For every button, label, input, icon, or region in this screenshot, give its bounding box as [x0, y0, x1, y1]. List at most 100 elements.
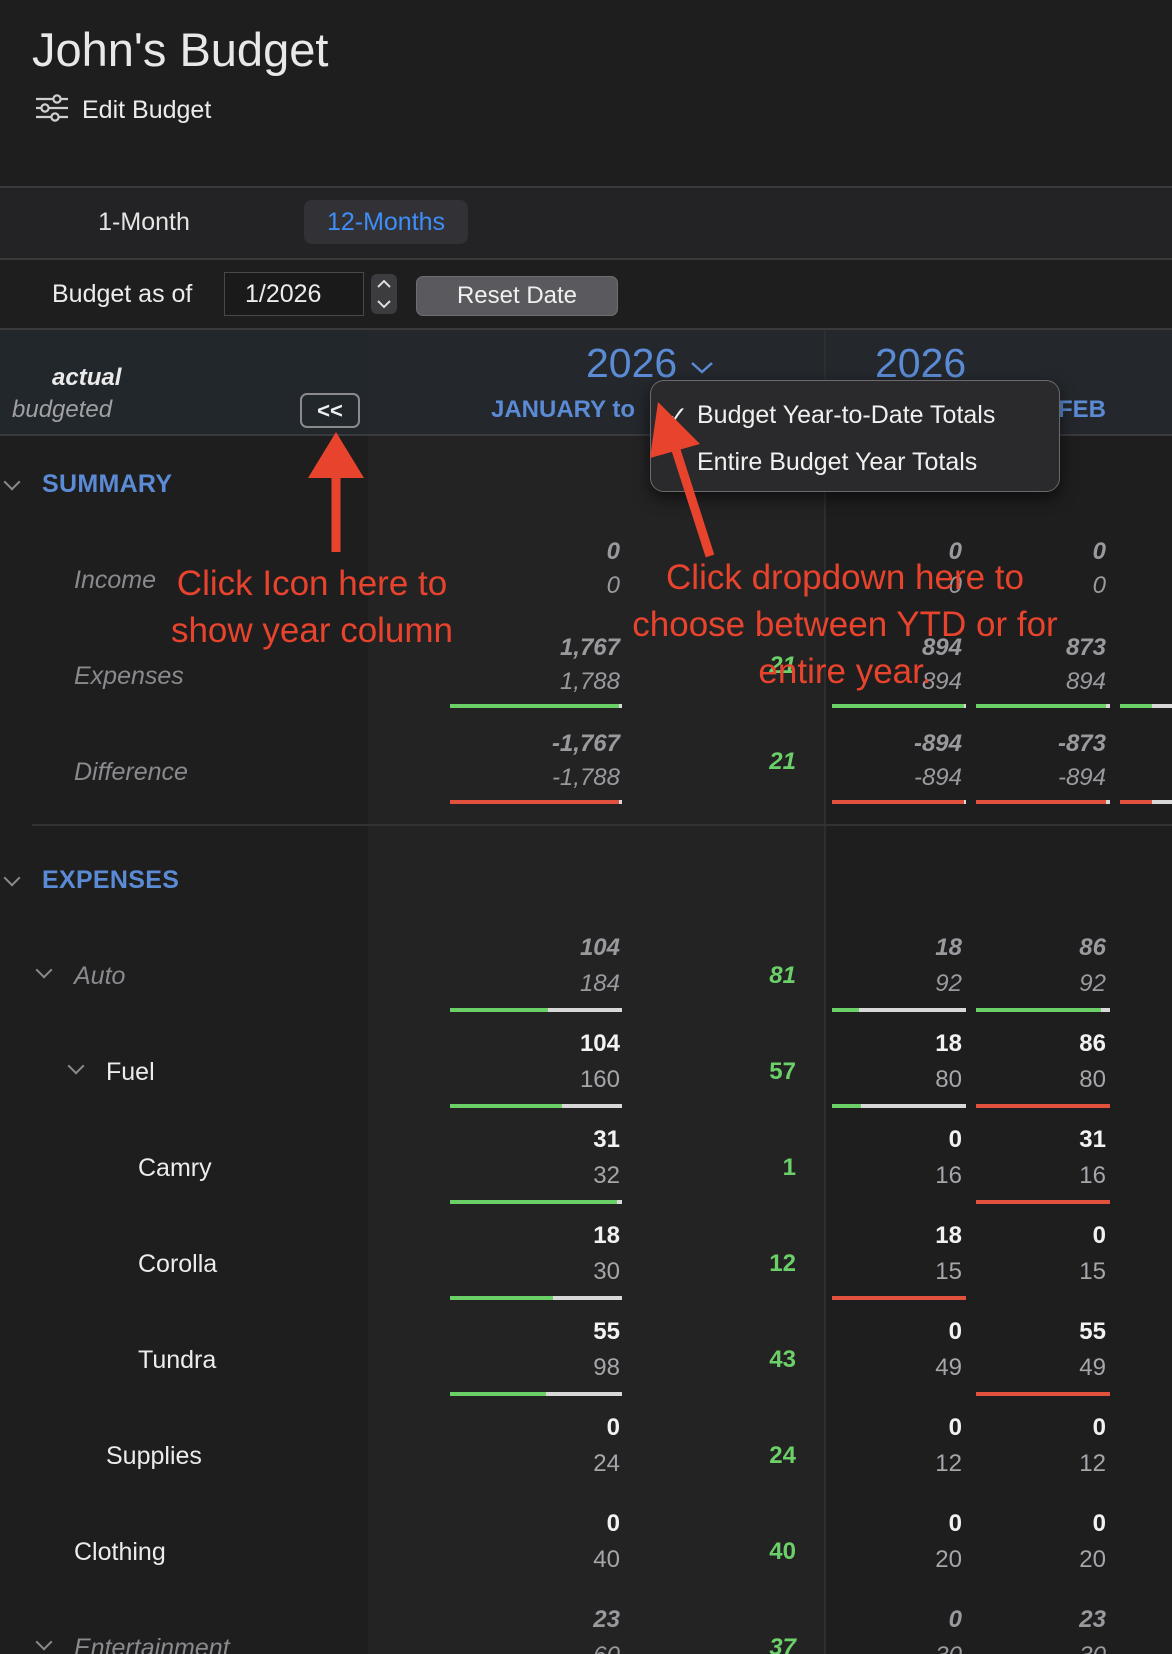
- jan-progress-bar-fill: [832, 1296, 966, 1300]
- jan-actual-value: 0: [948, 1606, 962, 1633]
- expense-row-label[interactable]: Clothing: [74, 1538, 166, 1567]
- ytd-remaining-value: 57: [769, 1058, 796, 1085]
- annotation-right: Click dropdown here to choose between YT…: [600, 554, 1090, 695]
- ytd-budgeted-value: 32: [593, 1162, 620, 1189]
- ytd-budgeted-value: 98: [593, 1354, 620, 1381]
- ytd-progress-bar: [450, 800, 622, 804]
- feb-progress-bar: [976, 1392, 1110, 1396]
- ytd-budgeted-value: 30: [593, 1258, 620, 1285]
- ytd-budgeted-value: 24: [593, 1450, 620, 1477]
- feb-budgeted-value: 49: [1079, 1354, 1106, 1381]
- jan-budgeted-value: -894: [913, 764, 962, 791]
- expenses-collapse-chevron-icon[interactable]: [3, 869, 21, 887]
- arrow-up-left-icon: [650, 402, 700, 458]
- mar-progress-bar-fill: [1120, 704, 1152, 708]
- feb-progress-bar-fill: [976, 1200, 1110, 1204]
- feb-progress-bar: [976, 1008, 1110, 1012]
- jan-progress-bar: [832, 800, 966, 804]
- jan-actual-value: 18: [935, 934, 962, 961]
- feb-progress-bar-fill: [976, 1392, 1110, 1396]
- ytd-remaining-value: 81: [769, 962, 796, 989]
- jan-actual-value: 0: [948, 1510, 962, 1537]
- feb-progress-bar: [976, 1200, 1110, 1204]
- ytd-actual-value: 23: [593, 1606, 620, 1633]
- feb-actual-value: 55: [1079, 1318, 1106, 1345]
- feb-progress-bar-fill: [976, 704, 1106, 708]
- ytd-progress-bar-fill: [450, 800, 619, 804]
- ytd-progress-bar-fill: [450, 1200, 617, 1204]
- ytd-actual-value: 18: [593, 1222, 620, 1249]
- feb-budgeted-value: -894: [1057, 764, 1106, 791]
- feb-budgeted-value: 15: [1079, 1258, 1106, 1285]
- expense-row-label[interactable]: Fuel: [106, 1058, 155, 1087]
- feb-budgeted-value: 92: [1079, 970, 1106, 997]
- feb-actual-value: 0: [1092, 1414, 1106, 1441]
- jan-progress-bar: [832, 1008, 966, 1012]
- ytd-actual-value: 104: [579, 1030, 620, 1057]
- row-collapse-chevron-icon[interactable]: [35, 961, 53, 979]
- expense-row-label[interactable]: Camry: [138, 1154, 212, 1183]
- jan-budgeted-value: 30: [935, 1642, 962, 1654]
- annotation-right-line-1: Click dropdown here to: [666, 558, 1024, 597]
- jan-progress-bar: [832, 1296, 966, 1300]
- expense-row-label[interactable]: Entertainment: [74, 1634, 230, 1654]
- ytd-budgeted-value: 40: [593, 1546, 620, 1573]
- ytd-budgeted-value: -1,788: [551, 764, 620, 791]
- annotation-right-line-2: choose between YTD or for: [632, 605, 1058, 644]
- ytd-actual-value: 55: [593, 1318, 620, 1345]
- ytd-remaining-value: 40: [769, 1538, 796, 1565]
- ytd-progress-bar: [450, 704, 622, 708]
- expense-row-label[interactable]: Supplies: [106, 1442, 202, 1471]
- jan-actual-value: 0: [948, 1318, 962, 1345]
- expense-row-label[interactable]: Auto: [74, 962, 125, 991]
- feb-budgeted-value: 30: [1079, 1642, 1106, 1654]
- ytd-progress-bar: [450, 1104, 622, 1108]
- jan-budgeted-value: 12: [935, 1450, 962, 1477]
- ytd-progress-bar: [450, 1296, 622, 1300]
- ytd-actual-value: 31: [593, 1126, 620, 1153]
- feb-progress-bar-fill: [976, 1104, 1110, 1108]
- row-collapse-chevron-icon[interactable]: [35, 1633, 53, 1651]
- row-collapse-chevron-icon[interactable]: [67, 1057, 85, 1075]
- annotation-left-line-1: Click Icon here to: [176, 564, 448, 603]
- ytd-actual-value: 0: [606, 1510, 620, 1537]
- ytd-progress-bar: [450, 1008, 622, 1012]
- feb-actual-value: 0: [1092, 1510, 1106, 1537]
- ytd-budgeted-value: 184: [579, 970, 620, 997]
- feb-actual-value: 86: [1079, 1030, 1106, 1057]
- annotation-left: Click Icon here to show year column: [152, 560, 472, 654]
- ytd-progress-bar-fill: [450, 704, 619, 708]
- ytd-remaining-value: 43: [769, 1346, 796, 1373]
- section-expenses: EXPENSES: [42, 866, 180, 894]
- summary-row-label: Difference: [74, 758, 188, 786]
- ytd-remaining-value: 24: [769, 1442, 796, 1469]
- feb-budgeted-value: 16: [1079, 1162, 1106, 1189]
- arrow-up-icon: [308, 432, 364, 478]
- ytd-actual-value: 0: [606, 1414, 620, 1441]
- expense-row-label[interactable]: Tundra: [138, 1346, 216, 1375]
- feb-budgeted-value: 12: [1079, 1450, 1106, 1477]
- ytd-progress-bar: [450, 1392, 622, 1396]
- jan-budgeted-value: 20: [935, 1546, 962, 1573]
- ytd-actual-value: 104: [579, 934, 620, 961]
- expense-row-label[interactable]: Corolla: [138, 1250, 217, 1279]
- feb-budgeted-value: 20: [1079, 1546, 1106, 1573]
- jan-actual-value: 0: [948, 1126, 962, 1153]
- jan-budgeted-value: 92: [935, 970, 962, 997]
- feb-budgeted-value: 80: [1079, 1066, 1106, 1093]
- ytd-remaining-value: 1: [782, 1154, 796, 1181]
- ytd-remaining-value: 21: [769, 748, 796, 775]
- mar-progress-bar: [1120, 704, 1172, 708]
- ytd-progress-bar-fill: [450, 1104, 562, 1108]
- jan-budgeted-value: 15: [935, 1258, 962, 1285]
- section-separator: [32, 824, 1172, 826]
- ytd-budgeted-value: 60: [593, 1642, 620, 1654]
- jan-budgeted-value: 80: [935, 1066, 962, 1093]
- jan-budgeted-value: 16: [935, 1162, 962, 1189]
- jan-progress-bar: [832, 1104, 966, 1108]
- jan-actual-value: -894: [913, 730, 962, 757]
- jan-actual-value: 0: [948, 1414, 962, 1441]
- feb-actual-value: -873: [1057, 730, 1106, 757]
- feb-actual-value: 23: [1079, 1606, 1106, 1633]
- feb-progress-bar-fill: [976, 800, 1106, 804]
